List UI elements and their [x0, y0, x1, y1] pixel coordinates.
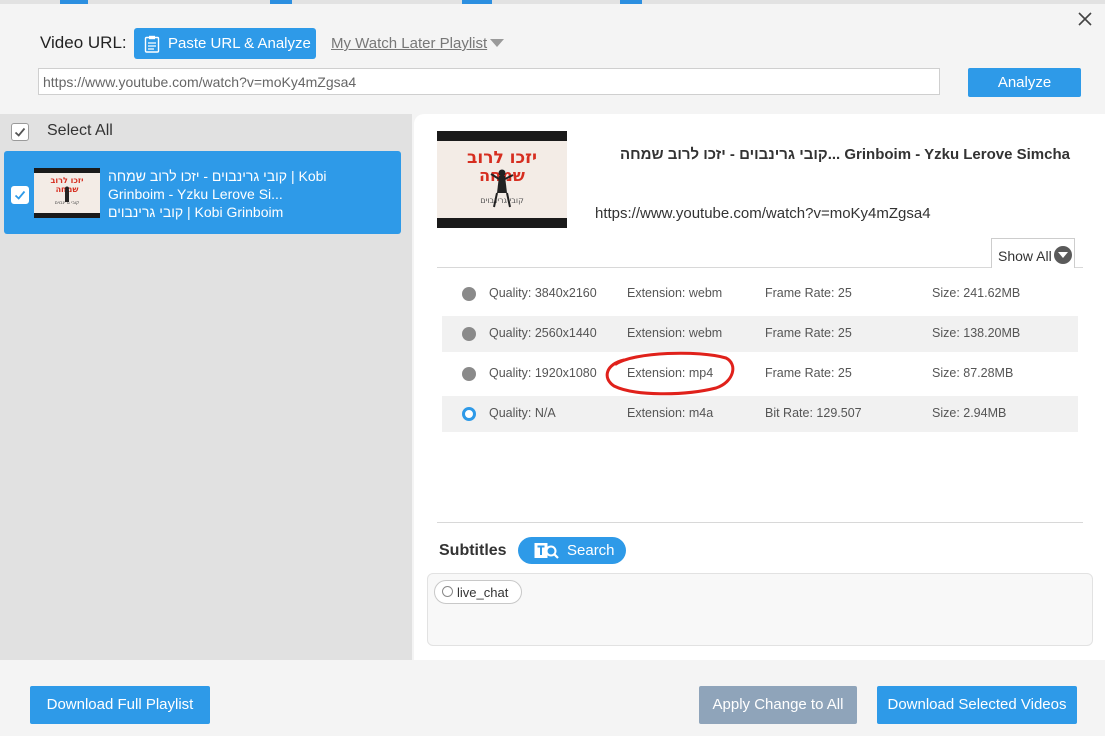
video-item-checkbox[interactable]	[11, 186, 29, 204]
format-quality: Quality: 3840x2160	[489, 286, 597, 300]
show-all-label: Show All	[998, 248, 1052, 264]
format-quality: Quality: N/A	[489, 406, 556, 420]
format-size: Size: 2.94MB	[932, 406, 1007, 420]
paste-url-analyze-label: Paste URL & Analyze	[168, 35, 311, 52]
show-all-dropdown[interactable]: Show All	[991, 238, 1075, 268]
chevron-down-icon[interactable]	[490, 39, 504, 47]
divider	[437, 267, 1083, 268]
video-item-title-line1: קובי גרינבוים - יזכו לרוב שמחה | Kobi	[108, 168, 327, 184]
format-extension: Extension: m4a	[627, 406, 714, 420]
video-title: קובי גרינבוים - יזכו לרוב שמחה... Grinbo…	[619, 146, 1070, 163]
format-size: Size: 87.28MB	[932, 366, 1014, 380]
text-search-icon	[534, 542, 560, 564]
subtitle-options-box	[427, 573, 1093, 646]
format-extension: Extension: webm	[627, 286, 723, 300]
video-thumbnail-large: יזכו לרוב שמחה קובי גרינבוים	[437, 131, 567, 228]
subtitles-label: Subtitles	[439, 542, 507, 559]
select-all-label: Select All	[47, 122, 113, 139]
format-rate: Bit Rate: 129.507	[765, 406, 862, 420]
format-rate: Frame Rate: 25	[765, 366, 852, 380]
format-rate: Frame Rate: 25	[765, 326, 852, 340]
format-size: Size: 241.62MB	[932, 286, 1021, 300]
format-radio[interactable]	[462, 287, 476, 301]
format-extension: Extension: webm	[627, 326, 723, 340]
video-thumbnail-small: יזכו לרוב שמחה קובי גרינבוים	[34, 168, 100, 218]
video-item-channel: קובי גרינבוים | Kobi Grinboim	[108, 204, 284, 220]
format-quality: Quality: 1920x1080	[489, 366, 597, 380]
apply-change-to-all-button[interactable]: Apply Change to All	[699, 686, 857, 724]
format-row[interactable]: Quality: N/A Extension: m4a Bit Rate: 12…	[442, 396, 1078, 432]
format-extension: Extension: mp4	[627, 366, 714, 380]
format-radio[interactable]	[462, 327, 476, 341]
paste-url-analyze-button[interactable]: Paste URL & Analyze	[134, 28, 316, 59]
close-icon[interactable]	[1074, 8, 1096, 30]
video-url-label: Video URL:	[40, 33, 127, 52]
format-radio[interactable]	[462, 367, 476, 381]
download-full-playlist-button[interactable]: Download Full Playlist	[30, 686, 210, 724]
thumbnail-title-line1: יזכו לרוב	[51, 176, 84, 185]
video-url-text: https://www.youtube.com/watch?v=moKy4mZg…	[595, 205, 931, 222]
select-all-checkbox[interactable]	[11, 123, 29, 141]
format-size: Size: 138.20MB	[932, 326, 1021, 340]
thumbnail-large-title-line1: יזכו לרוב	[467, 148, 537, 168]
format-quality: Quality: 2560x1440	[489, 326, 597, 340]
format-row[interactable]: Quality: 3840x2160 Extension: webm Frame…	[442, 276, 1078, 312]
format-radio-selected[interactable]	[462, 407, 476, 421]
format-row[interactable]: Quality: 1920x1080 Extension: mp4 Frame …	[442, 356, 1078, 392]
divider	[437, 522, 1083, 523]
window-top-strip	[0, 0, 1105, 4]
subtitle-option-label: live_chat	[457, 585, 509, 600]
subtitle-option-live-chat[interactable]: live_chat	[434, 580, 522, 604]
analyze-button[interactable]: Analyze	[968, 68, 1081, 97]
watch-later-playlist-link[interactable]: My Watch Later Playlist	[331, 35, 487, 52]
subtitle-search-label: Search	[567, 542, 615, 559]
format-rate: Frame Rate: 25	[765, 286, 852, 300]
clipboard-icon	[144, 35, 160, 53]
format-row[interactable]: Quality: 2560x1440 Extension: webm Frame…	[442, 316, 1078, 352]
video-item-title-line2: Grinboim - Yzku Lerove Si...	[108, 186, 283, 202]
video-url-input[interactable]	[38, 68, 940, 95]
video-list-item[interactable]: יזכו לרוב שמחה קובי גרינבוים קובי גרינבו…	[4, 151, 401, 234]
subtitle-radio[interactable]	[442, 586, 453, 597]
thumbnail-large-artist-text: קובי גרינבוים	[480, 196, 524, 205]
download-selected-videos-button[interactable]: Download Selected Videos	[877, 686, 1077, 724]
dropdown-arrow-icon	[1054, 246, 1072, 264]
subtitle-search-button[interactable]: Search	[518, 537, 626, 564]
